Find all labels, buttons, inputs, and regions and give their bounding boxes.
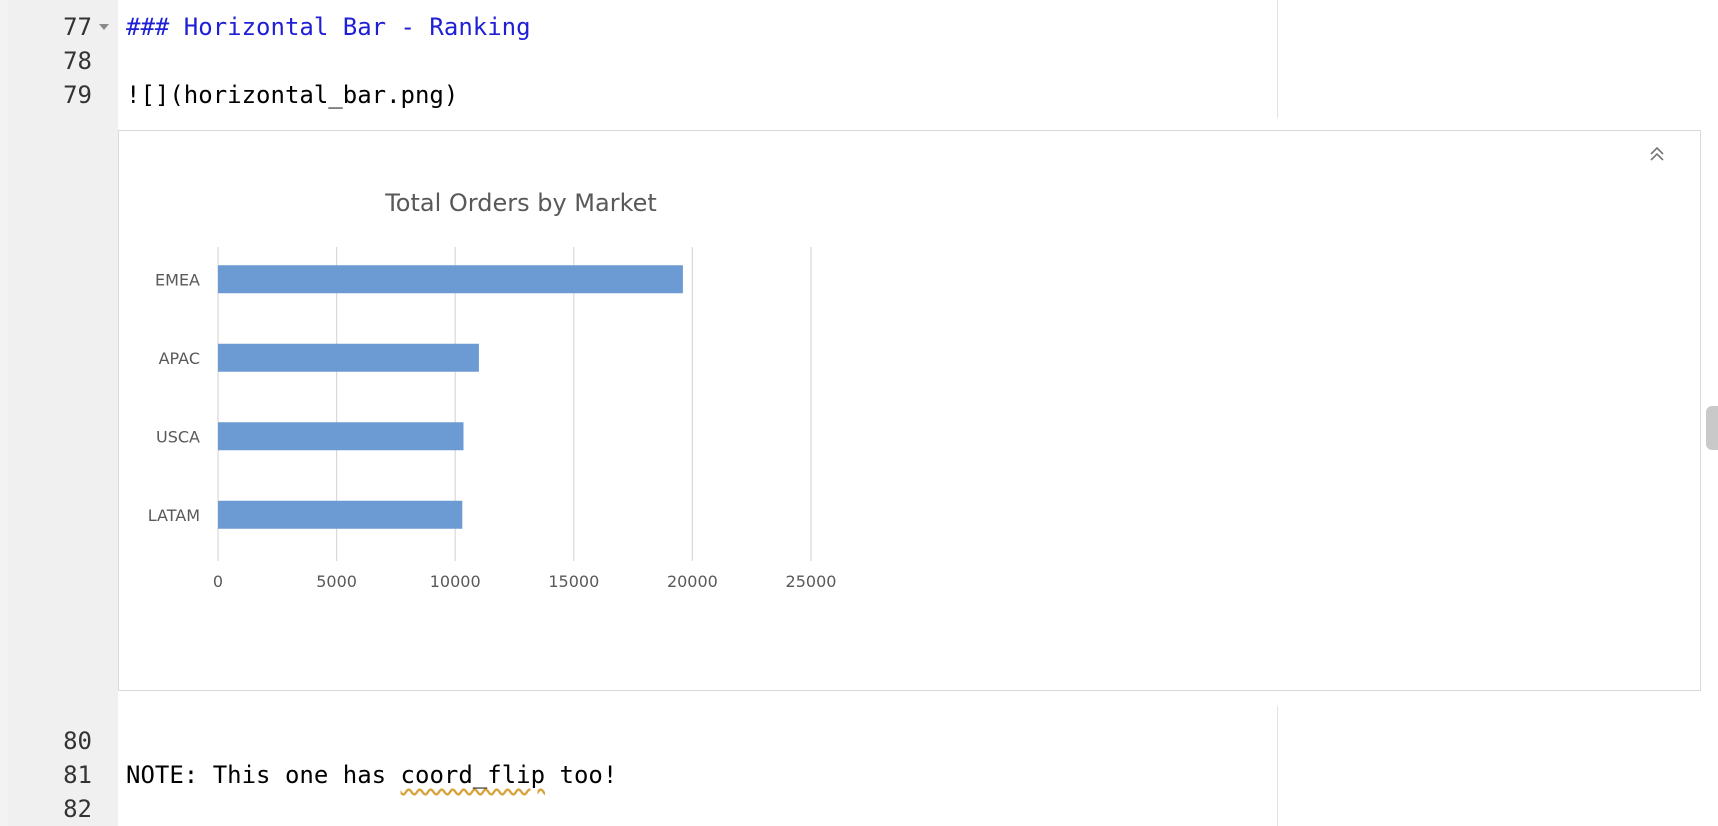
fold-arrow-icon[interactable]	[99, 24, 109, 30]
code-line[interactable]: 80	[0, 724, 1718, 758]
bar-latam	[218, 500, 463, 529]
markdown-heading[interactable]: ### Horizontal Bar - Ranking	[126, 10, 531, 44]
y-tick-label: LATAM	[148, 506, 200, 525]
code-line[interactable]: 81 NOTE: This one has coord_flip too!	[0, 758, 1718, 792]
line-number-gutter	[8, 0, 118, 826]
bar-emea	[218, 265, 683, 294]
code-line[interactable]: 82	[0, 792, 1718, 826]
spellcheck-word[interactable]: coord_flip	[401, 761, 546, 789]
bar-chart: Total Orders by Market EMEA APAC USCA LATAM…	[148, 189, 837, 591]
code-line[interactable]: 79 ![](horizontal_bar.png)	[0, 78, 1718, 112]
y-tick-label: APAC	[159, 349, 200, 368]
note-text-start: NOTE: This one has	[126, 761, 401, 789]
line-number: 77	[63, 13, 92, 41]
line-number: 80	[63, 727, 92, 755]
y-tick-label: EMEA	[155, 270, 200, 289]
x-tick-label: 25000	[786, 572, 837, 591]
code-text[interactable]: NOTE: This one has coord_flip too!	[126, 758, 617, 792]
line-number: 78	[63, 47, 92, 75]
y-tick-label: USCA	[156, 427, 200, 446]
x-tick-label: 5000	[316, 572, 357, 591]
note-text-end: too!	[545, 761, 618, 789]
x-tick-label: 0	[213, 572, 223, 591]
code-line[interactable]: 77 ### Horizontal Bar - Ranking	[0, 10, 1718, 44]
bar-apac	[218, 343, 479, 372]
line-number: 79	[63, 81, 92, 109]
inline-image-preview: Total Orders by Market EMEA APAC USCA LATAM…	[118, 130, 1701, 691]
x-tick-label: 15000	[548, 572, 599, 591]
code-line[interactable]: 78	[0, 44, 1718, 78]
line-number: 82	[63, 795, 92, 823]
chart-title: Total Orders by Market	[384, 189, 657, 217]
double-chevron-up-icon[interactable]	[1646, 143, 1668, 165]
x-tick-label: 10000	[430, 572, 481, 591]
line-number: 81	[63, 761, 92, 789]
markdown-image-link[interactable]: ![](horizontal_bar.png)	[126, 78, 458, 112]
x-tick-label: 20000	[667, 572, 718, 591]
bar-usca	[218, 422, 464, 451]
vertical-scrollbar[interactable]	[1706, 406, 1718, 450]
